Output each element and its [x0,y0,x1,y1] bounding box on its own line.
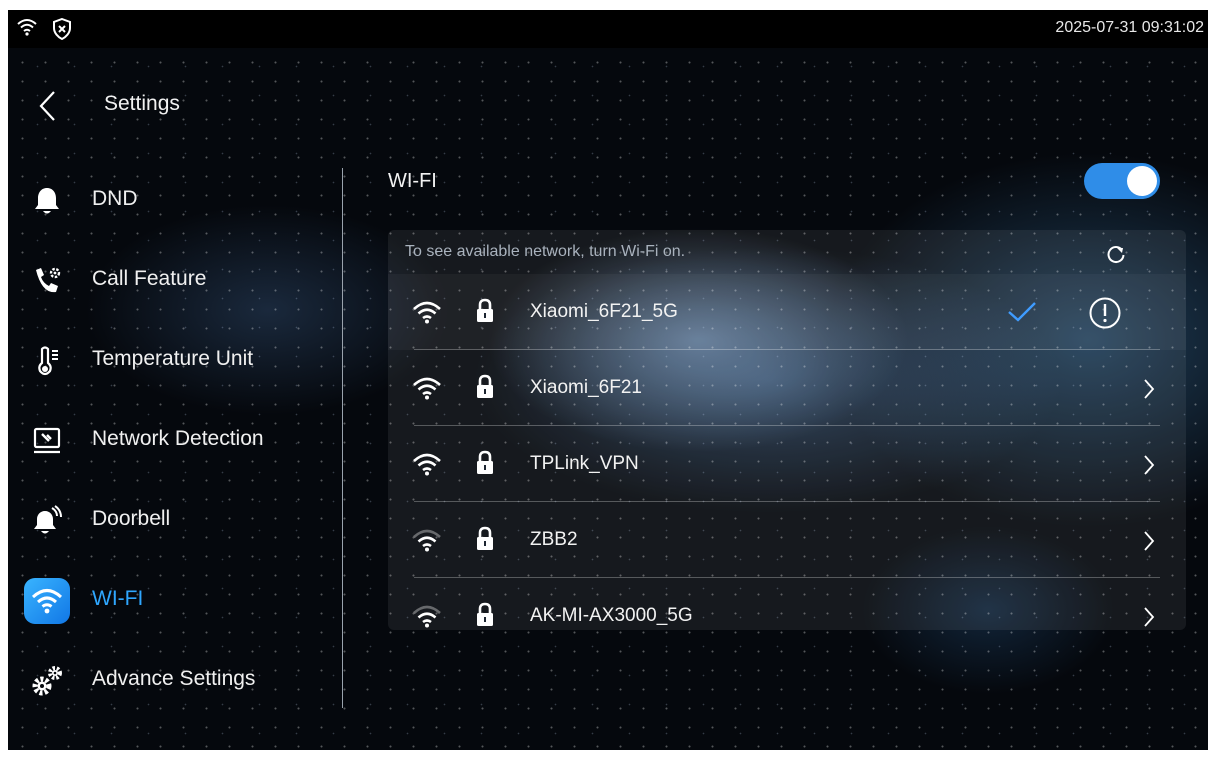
phone-gear-icon [24,258,70,304]
sidebar-item-label: Temperature Unit [92,347,254,370]
sidebar-item-label: DND [92,187,138,210]
status-wifi-icon [17,19,37,36]
wifi-icon [24,578,70,624]
network-row[interactable]: Xiaomi_6F21_5G [388,274,1186,350]
bell-icon [24,178,70,224]
shield-x-icon [53,18,71,40]
sidebar-item-doorbell[interactable]: Doorbell [8,492,338,548]
network-name: Xiaomi_6F21 [530,377,642,398]
network-name: TPLink_VPN [530,453,639,474]
sidebar-item-label: Doorbell [92,507,171,530]
wifi-signal-icon [413,453,441,476]
lock-icon [477,374,493,398]
settings-screen: 2025-07-31 09:31:02 Settings DND Call Fe… [8,10,1208,750]
wifi-heading: WI-FI [388,170,437,192]
wifi-signal-icon [413,301,441,324]
chevron-right-icon [1144,379,1155,399]
thermometer-icon [24,338,70,384]
network-row[interactable]: ZBB2 [388,502,1186,578]
check-icon [1008,302,1036,322]
chevron-right-icon [1144,531,1155,551]
sidebar-item-temperature-unit[interactable]: Temperature Unit [8,332,338,388]
gears-icon [24,658,70,704]
toggle-knob [1127,166,1157,196]
sidebar-item-network-detection[interactable]: Network Detection [8,412,338,468]
lock-icon [477,602,493,626]
network-name: Xiaomi_6F21_5G [530,301,678,322]
network-list-panel: To see available network, turn Wi-Fi on.… [388,230,1186,630]
chevron-right-icon [1144,607,1155,627]
doorbell-icon [24,498,70,544]
sidebar-item-wifi[interactable]: WI-FI [8,572,338,628]
wifi-signal-icon [413,529,441,552]
network-name: AK-MI-AX3000_5G [530,605,693,626]
page-title: Settings [104,92,180,115]
sidebar-item-call-feature[interactable]: Call Feature [8,252,338,308]
sidebar-item-advance-settings[interactable]: Advance Settings [8,652,338,708]
sidebar-item-label: Advance Settings [92,667,256,690]
lock-icon [477,526,493,550]
lock-icon [477,298,493,322]
sidebar-item-label: Call Feature [92,267,207,290]
lock-icon [477,450,493,474]
network-row[interactable]: AK-MI-AX3000_5G [388,578,1186,630]
network-name: ZBB2 [530,529,578,550]
refresh-icon[interactable] [1104,242,1128,266]
network-row[interactable]: Xiaomi_6F21 [388,350,1186,426]
sidebar-item-dnd[interactable]: DND [8,172,338,228]
status-clock: 2025-07-31 09:31:02 [1055,19,1204,36]
sidebar-divider [342,168,343,708]
wifi-signal-icon [413,605,441,628]
wifi-toggle[interactable] [1084,163,1160,199]
status-bar: 2025-07-31 09:31:02 [8,10,1208,48]
wifi-hint-text: To see available network, turn Wi-Fi on. [405,243,686,260]
wifi-signal-icon [413,377,441,400]
info-icon[interactable] [1088,296,1122,330]
sidebar-item-label: WI-FI [92,587,144,610]
chevron-right-icon [1144,455,1155,475]
network-row[interactable]: TPLink_VPN [388,426,1186,502]
sidebar-item-label: Network Detection [92,427,264,450]
monitor-wrench-icon [24,418,70,464]
back-arrow-icon[interactable] [34,88,62,124]
